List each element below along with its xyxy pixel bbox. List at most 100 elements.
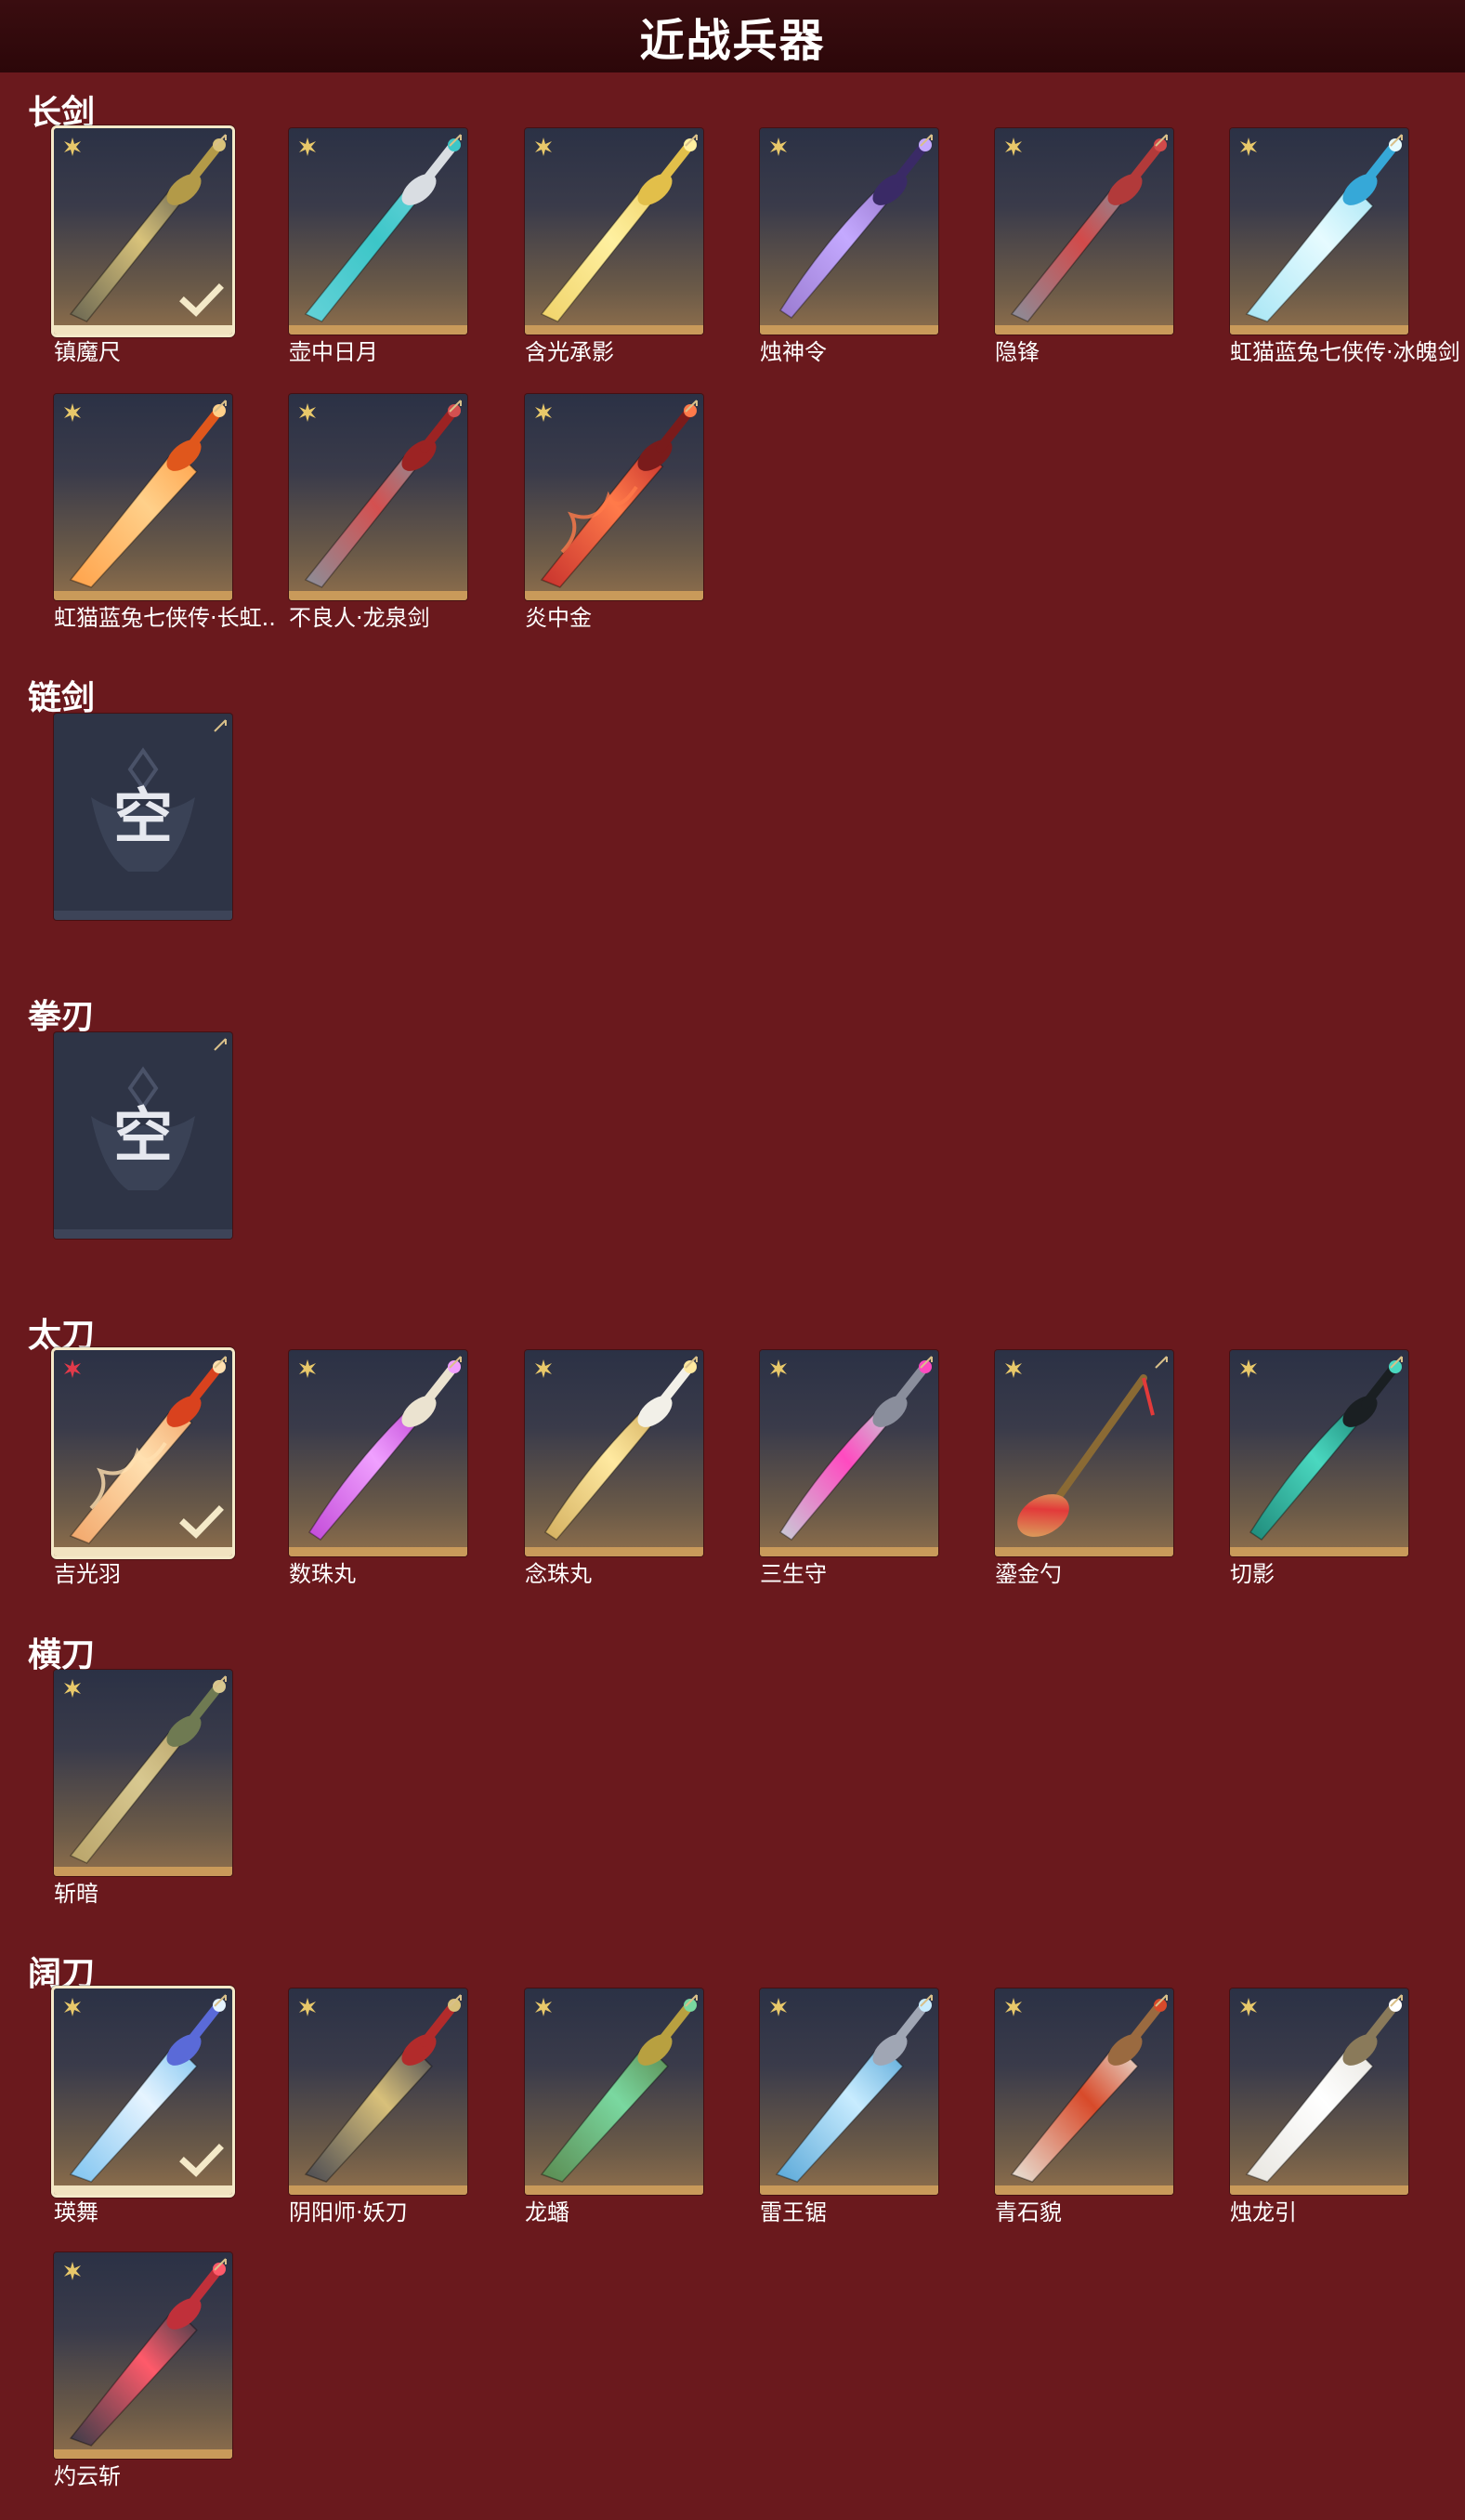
rarity-star-icon <box>64 138 81 156</box>
weapon-card[interactable]: 不良人·龙泉剑 <box>289 394 467 631</box>
weapon-card[interactable]: 雷王锯 <box>760 1988 938 2225</box>
weapon-name: 瑛舞 <box>54 2199 98 2225</box>
empty-slot-label: 空 <box>113 1102 173 1171</box>
card-bottom-bar <box>54 1867 232 1876</box>
equipped-check-icon <box>179 2144 224 2177</box>
card-bottom-bar <box>525 1547 703 1556</box>
corner-mark-icon <box>1155 1994 1168 2007</box>
weapon-card[interactable]: 灼云斩 <box>54 2252 232 2489</box>
equipped-check-icon <box>179 283 224 317</box>
corner-mark-icon <box>214 719 227 732</box>
weapon-card[interactable]: 炎中金 <box>525 394 703 631</box>
weapon-name: 龙蟠 <box>525 2199 569 2225</box>
weapon-name: 镇魔尺 <box>54 339 121 365</box>
weapon-name: 雷王锯 <box>760 2199 827 2225</box>
corner-mark-icon <box>449 400 462 413</box>
weapon-card[interactable]: 数珠丸 <box>289 1350 467 1587</box>
weapon-name: 吉光羽 <box>54 1561 121 1587</box>
corner-mark-icon <box>449 1994 462 2007</box>
weapon-name: 虹猫蓝兔七侠传·冰魄剑 <box>1230 339 1460 365</box>
weapon-name: 念珠丸 <box>525 1561 592 1587</box>
card-frame <box>54 1350 232 1556</box>
rarity-star-icon <box>535 1359 552 1378</box>
weapon-card[interactable]: 烛神令 <box>760 128 938 365</box>
corner-mark-icon <box>214 1675 227 1688</box>
corner-mark-icon <box>214 2258 227 2271</box>
weapon-card[interactable]: 青石貌 <box>995 1988 1173 2225</box>
weapon-name: 灼云斩 <box>54 2463 121 2489</box>
page-title: 近战兵器 <box>639 15 826 67</box>
rarity-star-icon <box>1240 1359 1257 1378</box>
weapon-name: 切影 <box>1230 1561 1275 1587</box>
rarity-star-icon <box>770 1359 787 1378</box>
corner-mark-icon <box>214 1038 227 1051</box>
card-frame <box>1230 128 1408 335</box>
weapon-card[interactable]: 虹猫蓝兔七侠传·冰魄剑 <box>1230 128 1460 365</box>
rarity-star-icon <box>64 1998 81 2016</box>
weapon-card[interactable]: 含光承影 <box>525 128 703 365</box>
weapon-card[interactable]: 念珠丸 <box>525 1350 703 1587</box>
weapon-name: 烛龙引 <box>1230 2199 1297 2225</box>
card-bottom-bar <box>995 1547 1173 1556</box>
weapon-card[interactable]: 瑛舞 <box>54 1988 232 2225</box>
card-bottom-bar <box>54 325 232 335</box>
weapon-card[interactable]: 虹猫蓝兔七侠传·长虹.. <box>54 394 276 631</box>
section-title-fistblade: 拳刃 <box>28 998 96 1036</box>
corner-mark-icon <box>214 400 227 413</box>
card-frame <box>1230 1350 1408 1556</box>
rarity-star-icon <box>299 1359 316 1378</box>
card-bottom-bar <box>289 1547 467 1556</box>
card-frame <box>995 128 1173 335</box>
corner-mark-icon <box>214 1356 227 1369</box>
card-bottom-bar <box>54 2185 232 2195</box>
card-frame <box>760 128 938 335</box>
corner-mark-icon <box>685 1356 698 1369</box>
rarity-star-icon <box>1005 1998 1022 2016</box>
rarity-star-icon <box>64 1679 81 1698</box>
card-frame <box>525 128 703 335</box>
corner-mark-icon <box>449 1356 462 1369</box>
corner-mark-icon <box>920 1356 933 1369</box>
empty-weapon-slot[interactable]: 空 <box>54 714 232 920</box>
weapon-card[interactable]: 镇魔尺 <box>54 128 232 365</box>
section-title-longsword: 长剑 <box>28 94 96 132</box>
corner-mark-icon <box>1390 134 1403 147</box>
empty-weapon-slot[interactable]: 空 <box>54 1032 232 1239</box>
card-frame <box>289 1988 467 2195</box>
equipped-check-icon <box>179 1505 224 1539</box>
card-bottom-bar <box>289 591 467 600</box>
weapon-card[interactable]: 三生守 <box>760 1350 938 1587</box>
weapon-card[interactable]: 切影 <box>1230 1350 1408 1587</box>
weapon-card[interactable]: 阴阳师·妖刀 <box>289 1988 467 2225</box>
card-frame <box>54 2252 232 2459</box>
weapon-name: 三生守 <box>760 1561 827 1587</box>
weapon-card[interactable]: 壶中日月 <box>289 128 467 365</box>
card-bottom-bar <box>1230 325 1408 335</box>
corner-mark-icon <box>685 134 698 147</box>
weapon-card[interactable]: 龙蟠 <box>525 1988 703 2225</box>
card-bottom-bar <box>289 325 467 335</box>
card-frame <box>995 1350 1173 1556</box>
weapon-card[interactable]: 鎏金勺 <box>995 1350 1173 1587</box>
card-frame <box>995 1988 1173 2195</box>
card-bottom-bar <box>54 1547 232 1556</box>
weapon-name: 数珠丸 <box>289 1561 356 1587</box>
weapon-card[interactable]: 吉光羽 <box>54 1350 232 1587</box>
section-title-chainsword: 链剑 <box>28 679 96 717</box>
card-bottom-bar <box>995 2185 1173 2195</box>
corner-mark-icon <box>920 134 933 147</box>
weapon-name: 隐锋 <box>995 339 1040 365</box>
weapon-card[interactable]: 斩暗 <box>54 1670 232 1907</box>
weapon-name: 炎中金 <box>525 605 592 631</box>
weapon-card[interactable]: 隐锋 <box>995 128 1173 365</box>
card-bottom-bar <box>54 591 232 600</box>
card-frame <box>54 128 232 335</box>
card-frame <box>54 394 232 600</box>
weapon-card[interactable]: 烛龙引 <box>1230 1988 1408 2225</box>
card-bottom-bar <box>54 1229 232 1239</box>
rarity-star-icon <box>64 2262 81 2280</box>
card-bottom-bar <box>54 911 232 920</box>
weapon-name: 青石貌 <box>995 2199 1062 2225</box>
card-bottom-bar <box>289 2185 467 2195</box>
weapon-name: 烛神令 <box>760 339 827 365</box>
